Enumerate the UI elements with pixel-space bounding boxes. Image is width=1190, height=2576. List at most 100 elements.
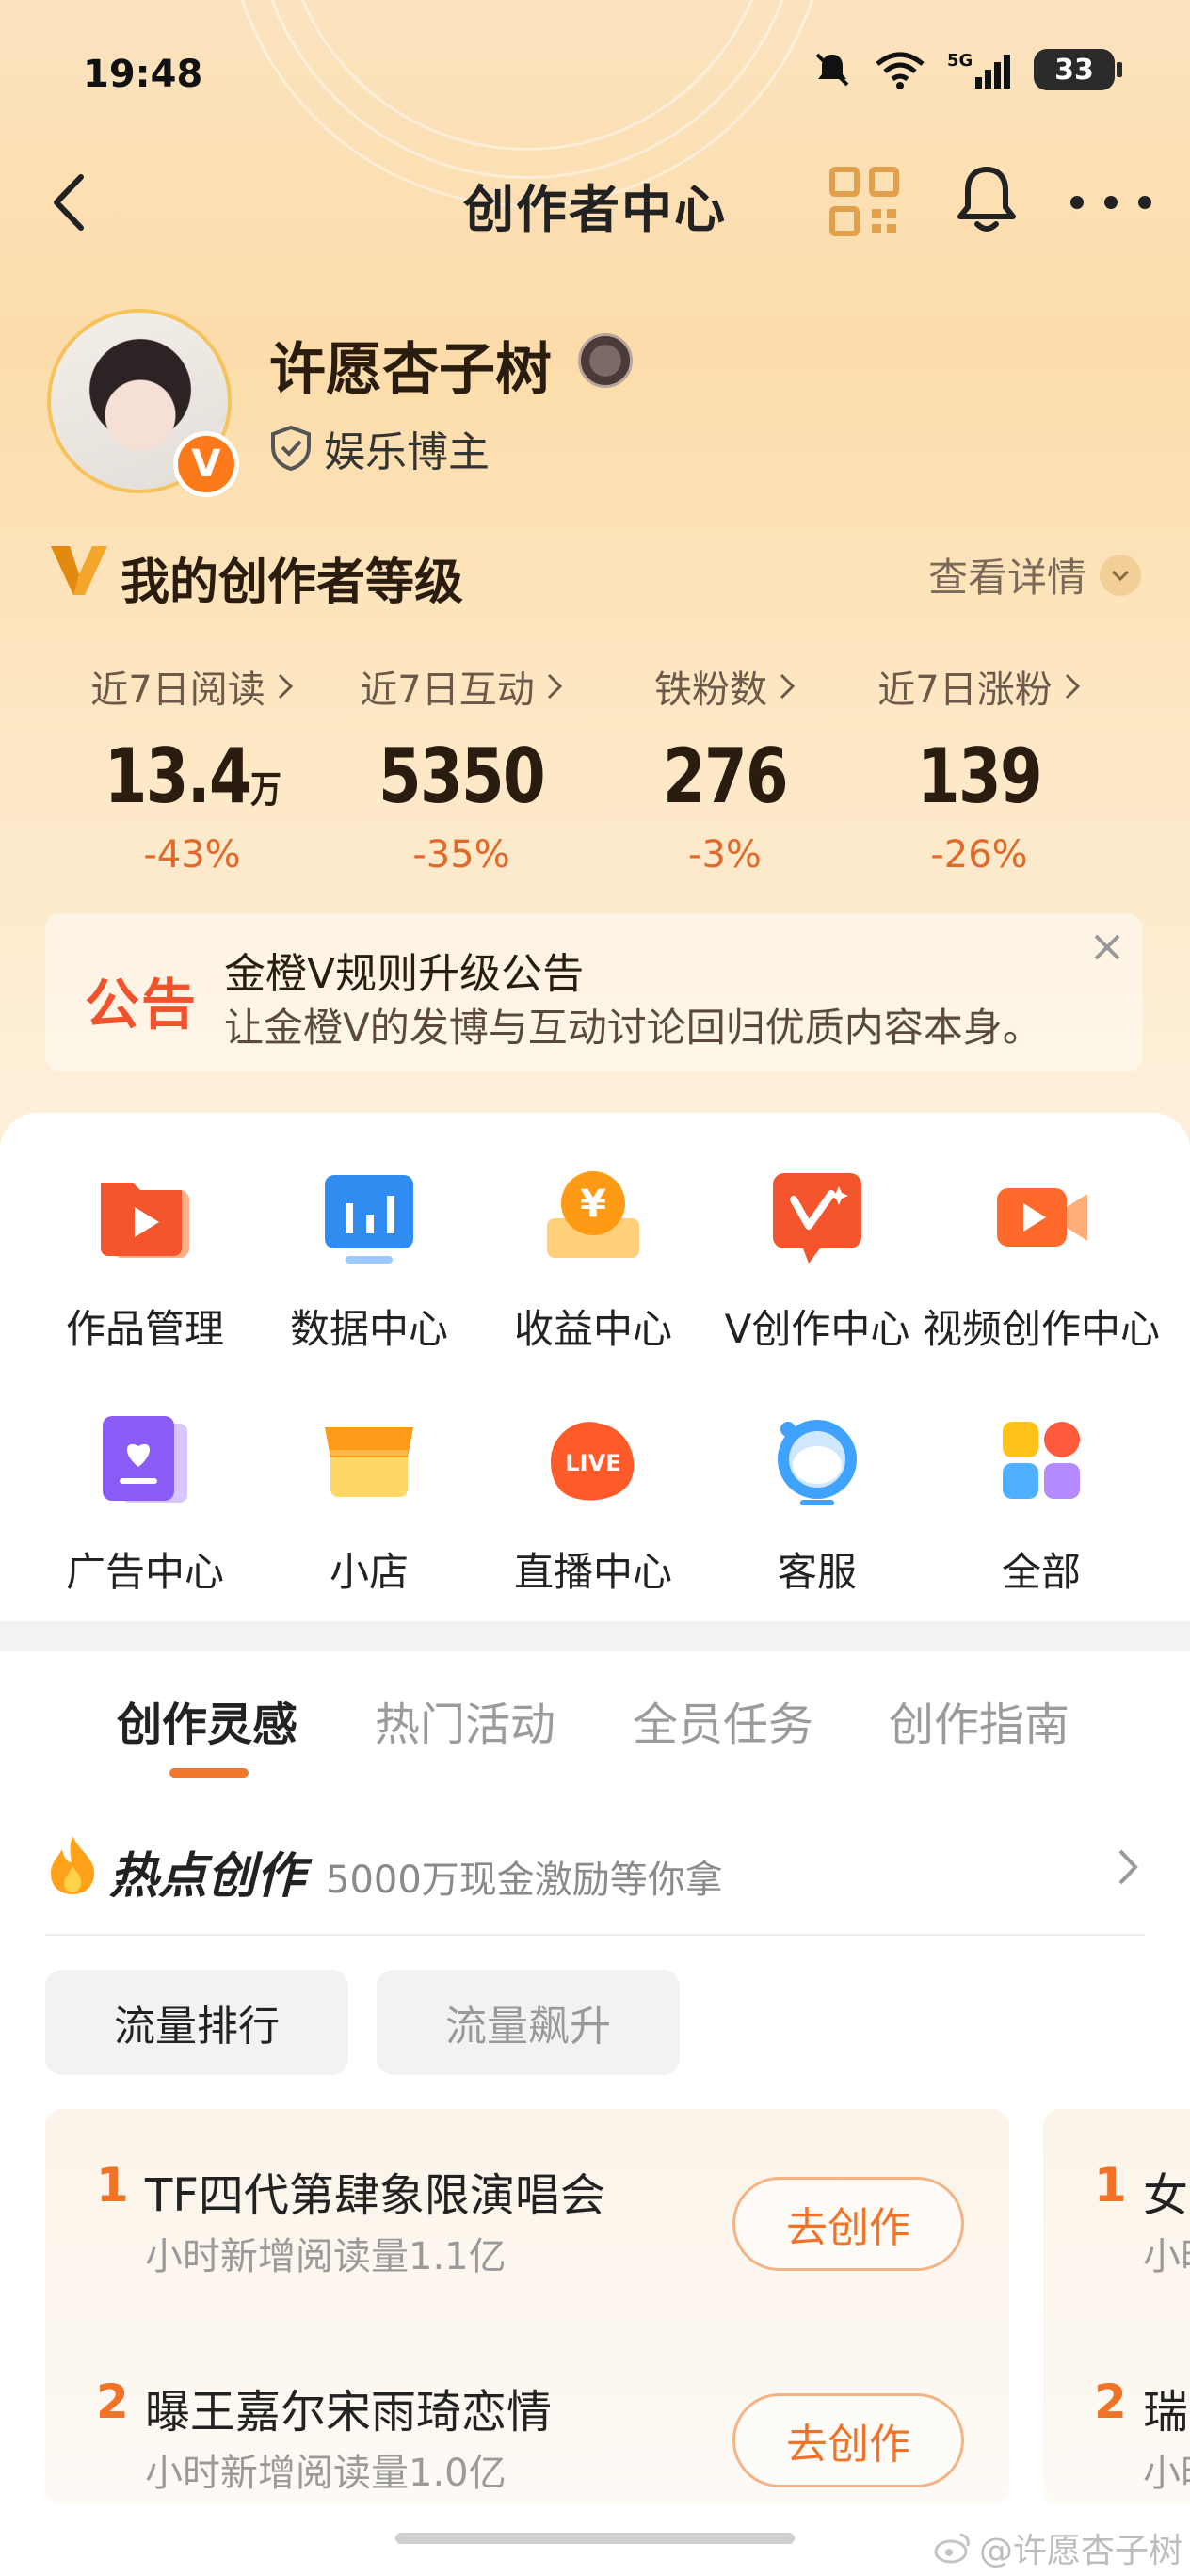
announcement-tag: 公告 — [85, 973, 199, 1037]
shop-icon — [325, 1427, 413, 1497]
grid-item-live[interactable]: LIVE 直播中心 — [474, 1409, 712, 1598]
all-apps-icon — [1003, 1422, 1080, 1499]
go-create-button[interactable]: 去创作 — [732, 2393, 964, 2487]
stat-value: 276 — [662, 733, 789, 820]
stat-change: -35% — [412, 833, 510, 877]
hot-creation-subtitle: 5000万现金激励等你拿 — [326, 1859, 723, 1902]
tab-creation-guide[interactable]: 创作指南 — [889, 1687, 1069, 1753]
grid-label: 视频创作中心 — [923, 1306, 1161, 1352]
announcement-banner[interactable]: 公告 金橙V规则升级公告 让金橙V的发博与互动讨论回归优质内容本身。 — [45, 913, 1143, 1071]
chip-traffic-rising[interactable]: 流量飙升 — [377, 1970, 680, 2075]
svg-text:¥: ¥ — [580, 1183, 606, 1226]
topic-title[interactable]: TF四代第肆象限演唱会 — [145, 2158, 605, 2224]
section-separator — [0, 1621, 1190, 1651]
active-tab-indicator — [169, 1768, 249, 1778]
rank-number: 2 — [96, 2375, 129, 2429]
rank-number: 2 — [1094, 2375, 1127, 2429]
stat-interactions[interactable]: 近7日互动 5350 -35% — [320, 659, 603, 877]
role-label: 娱乐博主 — [324, 428, 490, 476]
home-indicator[interactable] — [395, 2533, 795, 2544]
grid-item-all[interactable]: 全部 — [923, 1409, 1160, 1598]
signal-5g-icon: 5G — [947, 51, 1010, 89]
qr-code-icon[interactable] — [828, 166, 900, 237]
grid-label: 小店 — [329, 1549, 409, 1595]
stat-label: 近7日阅读 — [90, 668, 265, 712]
grid-item-data[interactable]: 数据中心 — [250, 1166, 488, 1355]
navigation-bar: 创作者中心 — [0, 151, 1190, 254]
v-creation-icon — [773, 1173, 861, 1264]
stat-change: -26% — [930, 833, 1028, 877]
grid-item-v-creation[interactable]: V创作中心 — [699, 1166, 936, 1355]
close-icon[interactable] — [1088, 928, 1126, 966]
topic-reads: 小时新增阅读量1.1亿 — [145, 2235, 507, 2278]
weibo-logo-icon — [934, 2533, 970, 2564]
tab-all-tasks[interactable]: 全员任务 — [633, 1687, 813, 1753]
stat-reads[interactable]: 近7日阅读 13.4万 -43% — [51, 659, 333, 877]
chevron-right-icon — [1065, 673, 1080, 700]
data-chart-icon — [325, 1175, 413, 1264]
svg-text:LIVE: LIVE — [565, 1450, 620, 1476]
grid-label: 收益中心 — [513, 1306, 672, 1352]
announcement-title: 金橙V规则升级公告 — [224, 950, 585, 998]
grid-label: 客服 — [777, 1549, 857, 1595]
live-icon: LIVE — [551, 1422, 635, 1501]
grid-label: 直播中心 — [513, 1549, 672, 1595]
hot-topic-list: 1 TF四代第肆象限演唱会 小时新增阅读量1.1亿 去创作 2 曝王嘉尔宋雨琦恋… — [45, 2109, 1009, 2504]
grid-label: 全部 — [1001, 1549, 1081, 1595]
hot-creation-title: 热点创作 — [109, 1848, 306, 1905]
mute-bell-icon — [815, 53, 849, 87]
level-detail-label: 查看详情 — [927, 555, 1086, 601]
grid-item-customer-service[interactable]: 客服 — [699, 1409, 936, 1598]
topic-title[interactable]: 曝王嘉尔宋雨琦恋情 — [145, 2375, 552, 2440]
stats-panel: 近7日阅读 13.4万 -43% 近7日互动 5350 -35% 铁粉数 276… — [0, 659, 1190, 877]
stat-label: 近7日互动 — [360, 668, 535, 712]
more-options-icon[interactable] — [1064, 169, 1158, 235]
user-role: 娱乐博主 — [269, 418, 490, 478]
stat-new-fans[interactable]: 近7日涨粉 139 -26% — [838, 659, 1120, 877]
ad-heart-icon — [103, 1416, 187, 1503]
grid-item-ads[interactable]: 广告中心 — [26, 1409, 264, 1598]
grid-item-shop[interactable]: 小店 — [250, 1409, 488, 1598]
grid-item-works[interactable]: 作品管理 — [26, 1166, 264, 1355]
username: 许愿杏子树 — [269, 337, 552, 403]
stat-change: -3% — [688, 833, 762, 877]
avatar[interactable]: V — [47, 309, 239, 497]
creator-level-row: 我的创作者等级 查看详情 — [49, 539, 1141, 611]
medal-icon[interactable] — [578, 333, 633, 388]
chip-traffic-ranking[interactable]: 流量排行 — [45, 1970, 348, 2075]
topic-title[interactable]: 女 — [1143, 2158, 1188, 2224]
grid-item-video-creation[interactable]: 视频创作中心 — [923, 1166, 1160, 1355]
level-title: 我的创作者等级 — [121, 555, 464, 611]
hot-creation-header[interactable]: 热点创作 5000万现金激励等你拿 — [45, 1834, 1147, 1909]
grid-item-revenue[interactable]: ¥ 收益中心 — [474, 1166, 712, 1355]
stat-value: 5350 — [378, 733, 546, 820]
verified-v-badge: V — [173, 431, 239, 497]
divider — [45, 1934, 1145, 1936]
topic-reads: 小时新增阅读量1.0亿 — [145, 2452, 507, 2495]
tools-grid-card: 作品管理 数据中心 ¥ 收益中心 V创作中心 视频创作中心 广告中心 小店 LI… — [0, 1113, 1190, 1621]
wifi-icon — [876, 52, 925, 89]
battery-indicator: 33 — [1034, 49, 1122, 90]
level-detail-link[interactable]: 查看详情 — [928, 546, 1141, 604]
customer-service-icon — [778, 1420, 857, 1505]
stat-value: 13.4 — [104, 733, 252, 820]
stat-iron-fans[interactable]: 铁粉数 276 -3% — [584, 659, 866, 877]
stat-unit: 万 — [250, 768, 281, 812]
chevron-right-icon — [547, 673, 562, 700]
hot-topic-list-next: 1 女 小时 2 瑞 小时 — [1043, 2109, 1190, 2504]
go-create-button[interactable]: 去创作 — [732, 2177, 964, 2271]
stat-label: 铁粉数 — [654, 668, 767, 712]
notification-bell-icon[interactable] — [951, 162, 1022, 237]
topic-title[interactable]: 瑞 — [1143, 2375, 1188, 2440]
tab-hot-events[interactable]: 热门活动 — [375, 1687, 555, 1753]
topic-reads: 小时 — [1143, 2235, 1190, 2278]
level-v-icon — [51, 546, 107, 595]
status-time: 19:48 — [83, 53, 203, 96]
rank-number: 1 — [1094, 2158, 1127, 2213]
shield-check-icon — [271, 425, 311, 472]
chevron-down-icon — [1100, 554, 1141, 596]
watermark: @许愿杏子树 — [934, 2523, 1182, 2572]
inspiration-tabs: 创作灵感 热门活动 全员任务 创作指南 — [0, 1687, 1190, 1791]
tab-inspiration[interactable]: 创作灵感 — [117, 1687, 298, 1753]
topic-reads: 小时 — [1143, 2452, 1190, 2495]
